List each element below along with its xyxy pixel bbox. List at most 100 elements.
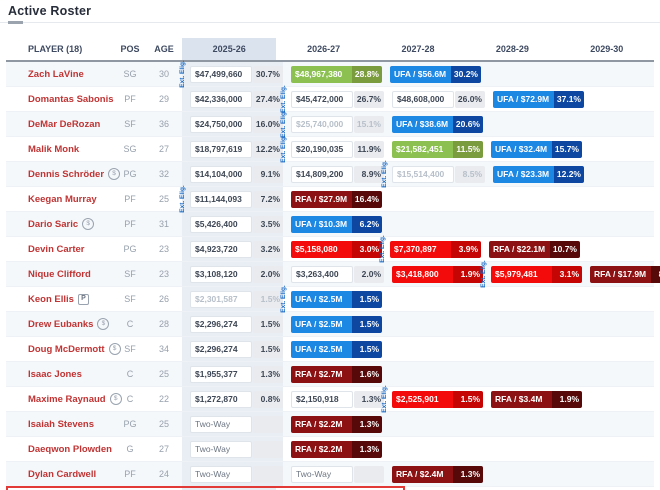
column-header-2028-29[interactable]: 2028-29	[465, 38, 559, 60]
player-name-link[interactable]: Isaac Jones	[28, 369, 82, 380]
player-name-link[interactable]: Dennis Schröder	[28, 169, 104, 180]
fa-badge-label: $5,158,080	[291, 241, 352, 258]
cap-percent: 1.5%	[253, 341, 283, 358]
player-name-link[interactable]: Keegan Murray	[28, 194, 97, 205]
fa-badge-percent: 1.5%	[352, 316, 382, 333]
salary-cell	[473, 187, 564, 211]
salary-cell: Two-Way	[182, 412, 283, 436]
salary-cell	[473, 337, 564, 361]
salary-cell: Two-Way	[283, 462, 384, 486]
salary-cell	[582, 387, 654, 411]
player-name-link[interactable]: Dario Saric	[28, 219, 78, 230]
player-name-link[interactable]: Keon Ellis	[28, 294, 74, 305]
fa-badge-percent: 1.6%	[352, 366, 382, 383]
salary-cell: UFA / $23.3M12.2%	[485, 162, 584, 186]
column-header-2025-26[interactable]: 2025-26	[182, 38, 276, 60]
salary-value: $15,514,400	[392, 166, 454, 183]
player-position: PF	[114, 194, 146, 204]
player-name-link[interactable]: Daeqwon Plowden	[28, 444, 112, 455]
table-row: Malik MonkSG27$18,797,61912.2%Ext. Elig.…	[6, 137, 654, 162]
cap-percent	[253, 466, 283, 483]
salary-value: $1,272,870	[190, 391, 252, 408]
player-age: 24	[146, 469, 182, 479]
fa-badge-label: $48,967,380	[291, 66, 352, 83]
fa-badge-label: RFA / $2.2M	[291, 416, 352, 433]
player-name-link[interactable]: Malik Monk	[28, 144, 79, 155]
salary-cell	[473, 412, 564, 436]
fa-badge: RFA / $2.2M1.3%	[291, 441, 382, 458]
fa-badge: $5,979,4813.1%	[491, 266, 582, 283]
player-age: 34	[146, 344, 182, 354]
page-title: Active Roster	[8, 4, 660, 18]
column-header-2027-28[interactable]: 2027-28	[371, 38, 465, 60]
player-name-link[interactable]: Dylan Cardwell	[28, 469, 96, 480]
player-name-link[interactable]: Devin Carter	[28, 244, 85, 255]
salary-group: $2,296,2741.5%	[190, 316, 283, 333]
salary-cell: $2,301,5871.5%	[182, 287, 283, 311]
fa-badge: UFA / $2.5M1.5%	[291, 291, 382, 308]
salary-cell: $14,809,2008.9%	[283, 162, 384, 186]
fa-badge: $7,370,8973.9%	[390, 241, 481, 258]
salary-value: $2,301,587	[190, 291, 252, 308]
column-header-age[interactable]: AGE	[146, 38, 182, 60]
player-name-link[interactable]: Zach LaVine	[28, 69, 84, 80]
cap-percent: 27.4%	[253, 91, 283, 108]
player-cell: Dario Saric$	[6, 212, 114, 236]
salary-value: $3,263,400	[291, 266, 353, 283]
salary-cell: RFA / $2.2M1.3%	[283, 412, 382, 436]
player-name-link[interactable]: Doug McDermott	[28, 344, 105, 355]
salary-value: $4,923,720	[190, 241, 252, 258]
player-name-link[interactable]: Isaiah Stevens	[28, 419, 94, 430]
player-cell: Isaac Jones	[6, 362, 114, 386]
column-header-2026-27[interactable]: 2026-27	[276, 38, 370, 60]
salary-value: $1,955,377	[190, 366, 252, 383]
player-name-link[interactable]: Drew Eubanks	[28, 319, 93, 330]
salary-cell: $3,263,4002.0%	[283, 262, 384, 286]
fa-badge-percent: 16.4%	[352, 191, 382, 208]
salary-cell	[580, 237, 654, 261]
salary-value: Two-Way	[291, 466, 353, 483]
salary-value: $24,750,000	[190, 116, 252, 133]
salary-group: $18,797,61912.2%	[190, 141, 283, 158]
salary-cell: RFA / $2.7M1.6%	[283, 362, 382, 386]
salary-cell	[569, 112, 655, 136]
fa-badge-percent: 12.2%	[554, 166, 584, 183]
fa-badge: RFA / $22.1M10.7%	[489, 241, 580, 258]
cap-percent: 15.1%	[354, 116, 384, 133]
player-age: 25	[146, 369, 182, 379]
ext-elig-label: Ext. Elig.	[179, 60, 186, 87]
salary-group: $24,750,00016.0%	[190, 116, 283, 133]
player-name-link[interactable]: Nique Clifford	[28, 269, 91, 280]
salary-cell: $21,582,45111.5%	[384, 137, 483, 161]
salary-group: $20,190,03511.9%	[291, 141, 384, 158]
player-name-link[interactable]: DeMar DeRozan	[28, 119, 100, 130]
cap-percent: 8.5%	[455, 166, 485, 183]
fa-badge-percent: 8.9%	[651, 266, 660, 283]
fa-badge-label: RFA / $2.2M	[291, 441, 352, 458]
column-header-pos[interactable]: POS	[114, 38, 146, 60]
column-header-2029-30[interactable]: 2029-30	[560, 38, 654, 60]
cap-percent: 8.9%	[354, 166, 384, 183]
salary-cell	[473, 437, 564, 461]
fa-badge-percent: 3.0%	[352, 241, 382, 258]
fa-badge-percent: 3.9%	[451, 241, 481, 258]
salary-cell: RFA / $2.4M1.3%	[384, 462, 483, 486]
salary-cell: UFA / $2.5M1.5%	[283, 337, 382, 361]
cap-percent: 9.1%	[253, 166, 283, 183]
salary-cell: $2,150,9181.3%	[283, 387, 384, 411]
column-header-player[interactable]: PLAYER (18)	[6, 38, 114, 60]
fa-badge-percent: 11.5%	[453, 141, 483, 158]
player-age: 30	[146, 69, 182, 79]
player-name-link[interactable]: Domantas Sabonis	[28, 94, 114, 105]
cap-percent: 12.2%	[253, 141, 283, 158]
player-name-link[interactable]: Maxime Raynaud	[28, 394, 106, 405]
salary-group: $2,296,2741.5%	[190, 341, 283, 358]
fa-badge-percent: 1.9%	[453, 266, 483, 283]
cap-percent	[354, 466, 384, 483]
salary-cell: $3,108,1202.0%	[182, 262, 283, 286]
fa-badge-label: $7,370,897	[390, 241, 451, 258]
salary-group: $42,336,00027.4%	[190, 91, 283, 108]
salary-cell: Ext. Elig.$15,514,4008.5%	[384, 162, 485, 186]
salary-cell	[563, 437, 654, 461]
fa-badge: $5,158,0803.0%	[291, 241, 382, 258]
